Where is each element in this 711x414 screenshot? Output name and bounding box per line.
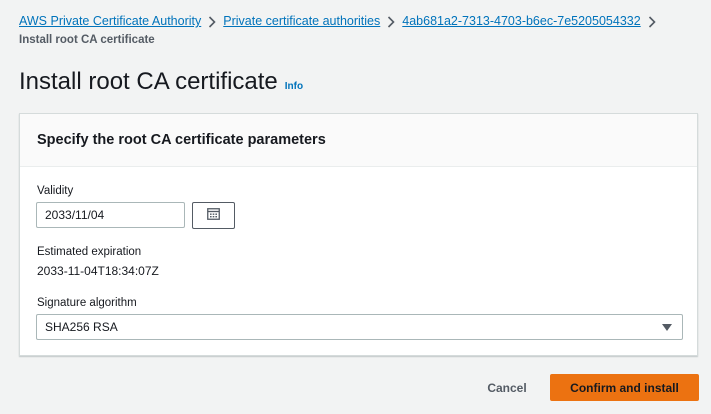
validity-date-input[interactable]: [36, 202, 185, 228]
title-row: Install root CA certificate Info: [19, 66, 303, 98]
signature-algorithm-label: Signature algorithm: [37, 297, 137, 309]
calendar-icon: [207, 207, 220, 225]
cancel-button[interactable]: Cancel: [474, 374, 540, 401]
page: AWS Private Certificate Authority Privat…: [0, 0, 711, 414]
expiration-value: 2033-11-04T18:34:07Z: [37, 264, 159, 278]
expiration-label: Estimated expiration: [37, 246, 142, 258]
chevron-right-icon: [641, 12, 663, 30]
validity-label: Validity: [37, 185, 74, 197]
parameters-panel: Specify the root CA certificate paramete…: [19, 113, 698, 356]
breadcrumb-link-authorities[interactable]: Private certificate authorities: [223, 12, 380, 30]
panel-header: Specify the root CA certificate paramete…: [20, 114, 697, 167]
chevron-right-icon: [380, 12, 402, 30]
panel-title: Specify the root CA certificate paramete…: [37, 132, 326, 148]
signature-algorithm-value: SHA256 RSA: [45, 320, 118, 334]
breadcrumb-link-ca-id[interactable]: 4ab681a2-7313-4703-b6ec-7e5205054332: [402, 12, 640, 30]
signature-algorithm-select[interactable]: SHA256 RSA: [36, 314, 683, 340]
confirm-install-button[interactable]: Confirm and install: [550, 374, 699, 401]
caret-down-icon: [662, 323, 672, 331]
breadcrumb-link-pca[interactable]: AWS Private Certificate Authority: [19, 12, 201, 30]
breadcrumb-current: Install root CA certificate: [19, 34, 155, 46]
calendar-button[interactable]: [192, 202, 235, 229]
info-link[interactable]: Info: [285, 81, 303, 92]
chevron-right-icon: [201, 12, 223, 30]
page-title: Install root CA certificate: [19, 68, 278, 95]
breadcrumb: AWS Private Certificate Authority Privat…: [19, 12, 663, 30]
